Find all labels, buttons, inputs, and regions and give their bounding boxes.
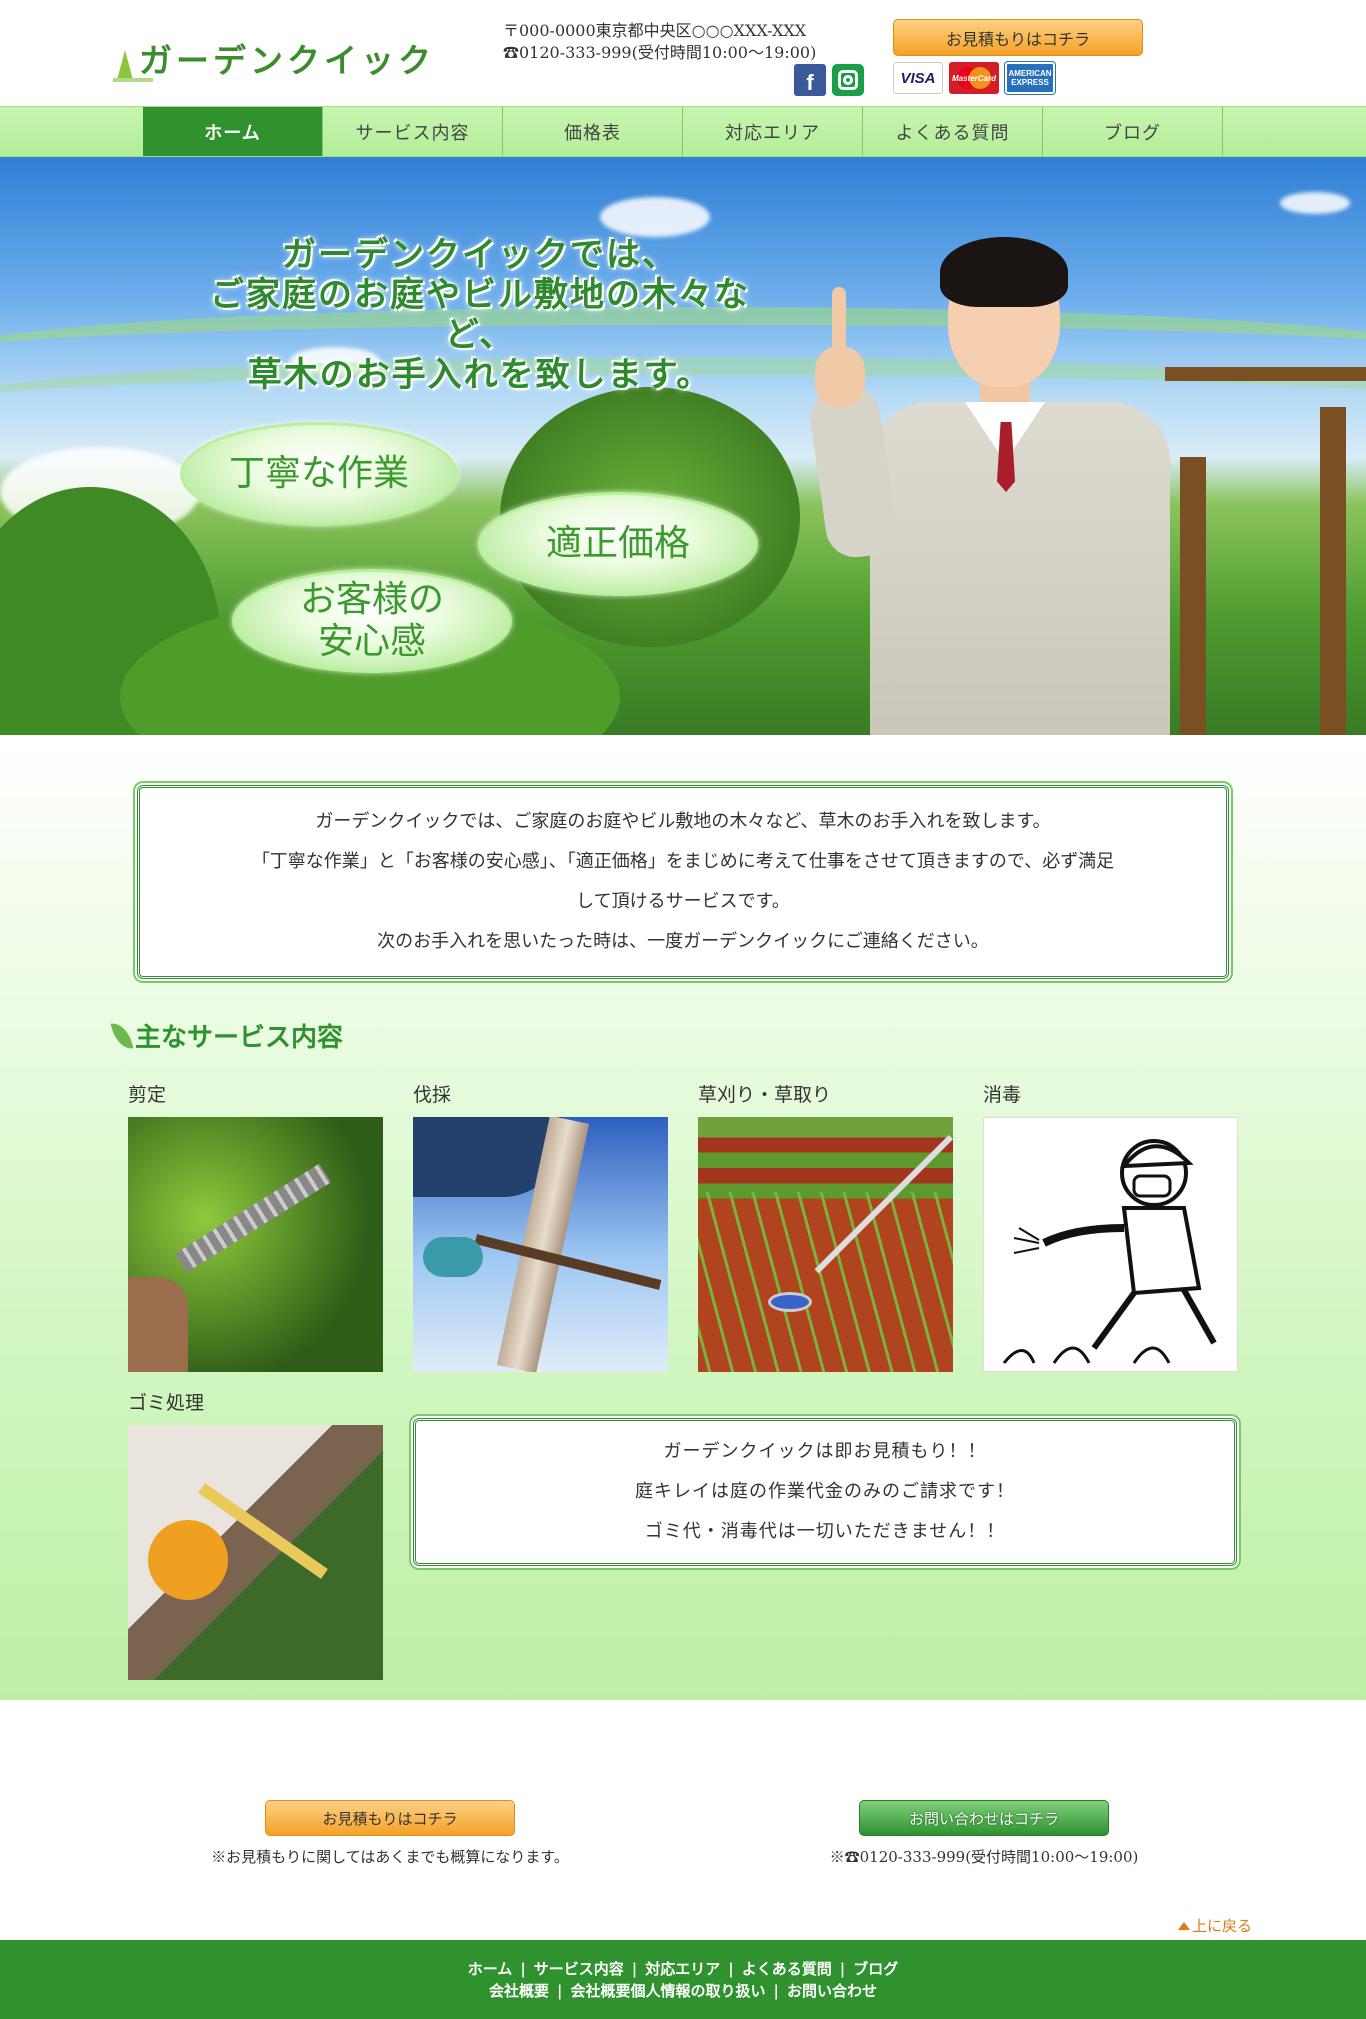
intro-text: ガーデンクイックでは、ご家庭のお庭やビル敷地の木々など、草木のお手入れを致します… <box>315 811 1051 832</box>
service-garbage[interactable]: ゴミ処理 <box>128 1388 383 1680</box>
visa-card-icon: VISA <box>893 62 943 94</box>
pergola-beam <box>1165 367 1366 381</box>
hero-headline-line: 草木のお手入れを致します。 <box>247 355 713 395</box>
logo-text: ガーデンクイック <box>139 41 435 80</box>
sns-links: f <box>794 64 864 96</box>
intro-text: 次のお手入れを思いたった時は、一度ガーデンクイックにご連絡ください。 <box>377 931 989 952</box>
tree-icon <box>113 44 153 82</box>
cloud <box>1280 192 1350 214</box>
service-disinfection[interactable]: 消毒 <box>983 1080 1238 1372</box>
separator: | <box>631 1960 638 1978</box>
contact-button[interactable]: お問い合わせはコチラ <box>859 1800 1109 1836</box>
services-title: 主なサービス内容 <box>135 1023 344 1053</box>
service-label: ゴミ処理 <box>128 1392 205 1414</box>
cta-section: お見積もりはコチラ ※お見積もりに関してはあくまでも概算になります。 お問い合わ… <box>0 1700 1366 1940</box>
footer-link-contact[interactable]: お問い合わせ <box>787 1982 877 2000</box>
facebook-glyph: f <box>806 70 814 95</box>
garbage-image <box>128 1425 383 1680</box>
back-to-top-link[interactable]: 上に戻る <box>1177 1915 1252 1936</box>
info-text: ガーデンクイックは即お見積もり！！ <box>663 1441 987 1462</box>
services-heading: 主なサービス内容 <box>110 1017 1366 1054</box>
service-label: 伐採 <box>413 1084 452 1106</box>
bubble-label: お客様の <box>299 579 444 620</box>
bubble-careful-work: 丁寧な作業 <box>180 422 458 526</box>
service-label: 剪定 <box>128 1084 167 1106</box>
hero-headline-line: ガーデンクイックでは、 <box>282 235 678 275</box>
separator: | <box>839 1960 846 1978</box>
felling-image <box>413 1117 668 1372</box>
bubble-label: 丁寧な作業 <box>228 453 409 494</box>
estimate-button[interactable]: お見積もりはコチラ <box>265 1800 515 1836</box>
bubble-fair-price: 適正価格 <box>478 492 758 596</box>
intro-text: して頂けるサービスです。 <box>576 891 790 912</box>
staff-photo <box>800 237 1190 735</box>
hero-banner: ガーデンクイックでは、 ご家庭のお庭やビル敷地の木々など、 草木のお手入れを致し… <box>0 157 1366 735</box>
weeding-image <box>698 1117 953 1372</box>
payment-cards: VISA MasterCard AMERICAN EXPRESS <box>893 61 1056 95</box>
nav-item-prices[interactable]: 価格表 <box>503 107 683 156</box>
bubble-label: 適正価格 <box>545 523 690 564</box>
disinfection-image <box>983 1117 1238 1372</box>
back-to-top-label: 上に戻る <box>1191 1917 1252 1935</box>
estimate-info-box: ガーデンクイックは即お見積もり！！ 庭キレイは庭の作業代金のみのご請求です！ ゴ… <box>413 1418 1237 1566</box>
site-header: ガーデンクイック 〒000-0000東京都中央区○○○XXX-XXX ☎0120… <box>0 0 1366 106</box>
footer-link-blog[interactable]: ブログ <box>853 1960 898 1978</box>
nav-item-blog[interactable]: ブログ <box>1043 107 1223 156</box>
amex-card-icon: AMERICAN EXPRESS <box>1004 61 1056 95</box>
contact-cta: お問い合わせはコチラ ※☎0120-333-999(受付時間10:00〜19:0… <box>784 1800 1184 1867</box>
bubble-label: 安心感 <box>317 621 426 662</box>
hero-headline: ガーデンクイックでは、 ご家庭のお庭やビル敷地の木々など、 草木のお手入れを致し… <box>180 235 780 395</box>
arrow-up-icon <box>1177 1921 1190 1930</box>
service-pruning[interactable]: 剪定 <box>128 1080 383 1372</box>
footer-link-services[interactable]: サービス内容 <box>534 1960 624 1978</box>
separator: | <box>520 1960 526 1978</box>
mastercard-icon: MasterCard <box>949 62 999 94</box>
footer-link-home[interactable]: ホーム <box>468 1960 513 1978</box>
separator: | <box>728 1960 734 1978</box>
main-content: ガーデンクイックでは、ご家庭のお庭やビル敷地の木々など、草木のお手入れを致します… <box>0 735 1366 1700</box>
service-weeding[interactable]: 草刈り・草取り <box>698 1080 953 1372</box>
contact-note: ※☎0120-333-999(受付時間10:00〜19:00) <box>829 1848 1139 1866</box>
info-text: ゴミ代・消毒代は一切いただきません！！ <box>644 1521 1006 1542</box>
cloud <box>600 197 710 237</box>
bubble-peace-of-mind: お客様の 安心感 <box>232 569 512 673</box>
phone-number: ☎0120-333-999(受付時間10:00〜19:00) <box>503 43 817 62</box>
footer-link-privacy[interactable]: 会社概要個人情報の取り扱い <box>570 1982 765 2000</box>
leaf-icon <box>110 1020 134 1051</box>
service-label: 消毒 <box>983 1084 1022 1106</box>
service-felling[interactable]: 伐採 <box>413 1080 668 1372</box>
address: 〒000-0000東京都中央区○○○XXX-XXX <box>503 21 807 40</box>
header-estimate-button[interactable]: お見積もりはコチラ <box>893 19 1143 56</box>
intro-box: ガーデンクイックでは、ご家庭のお庭やビル敷地の木々など、草木のお手入れを致します… <box>137 785 1229 979</box>
estimate-cta: お見積もりはコチラ ※お見積もりに関してはあくまでも概算になります。 <box>190 1800 590 1867</box>
facebook-icon[interactable]: f <box>794 64 826 96</box>
mastercard-label: MasterCard <box>951 73 996 83</box>
footer-link-area[interactable]: 対応エリア <box>645 1960 720 1978</box>
service-label: 草刈り・草取り <box>698 1084 832 1106</box>
separator: | <box>773 1982 779 2000</box>
estimate-note: ※お見積もりに関してはあくまでも概算になります。 <box>211 1848 569 1866</box>
intro-text: 「丁寧な作業」と「お客様の安心感」、「適正価格」をまじめに考えて仕事をさせて頂き… <box>251 851 1115 872</box>
nav-item-services[interactable]: サービス内容 <box>323 107 503 156</box>
hero-headline-line: ご家庭のお庭やビル敷地の木々など、 <box>210 275 750 355</box>
nav-item-faq[interactable]: よくある質問 <box>863 107 1043 156</box>
site-logo[interactable]: ガーデンクイック <box>113 34 435 82</box>
services-grid: 剪定 伐採 草刈り・草取り 消毒 ゴミ処理 ガーデンクイックは即お見積もり！！ … <box>128 1080 1366 1680</box>
contact-info: 〒000-0000東京都中央区○○○XXX-XXX ☎0120-333-999(… <box>503 20 816 64</box>
nav-item-home[interactable]: ホーム <box>143 107 323 156</box>
instagram-icon[interactable] <box>832 64 864 96</box>
pergola-post <box>1320 407 1346 735</box>
nav-item-area[interactable]: 対応エリア <box>683 107 863 156</box>
footer-row-1: ホーム | サービス内容 | 対応エリア | よくある質問 | ブログ <box>0 1958 1366 1980</box>
separator: | <box>557 1982 563 2000</box>
footer-link-company[interactable]: 会社概要 <box>489 1982 549 2000</box>
main-nav: ホーム サービス内容 価格表 対応エリア よくある質問 ブログ <box>0 106 1366 157</box>
site-footer: ホーム | サービス内容 | 対応エリア | よくある質問 | ブログ 会社概要 | 会社概要個人情… <box>0 1940 1366 2019</box>
footer-row-2: 会社概要 | 会社概要個人情報の取り扱い | お問い合わせ <box>0 1980 1366 2002</box>
footer-link-faq[interactable]: よくある質問 <box>742 1960 832 1978</box>
pruning-image <box>128 1117 383 1372</box>
info-text: 庭キレイは庭の作業代金のみのご請求です！ <box>635 1481 1015 1502</box>
